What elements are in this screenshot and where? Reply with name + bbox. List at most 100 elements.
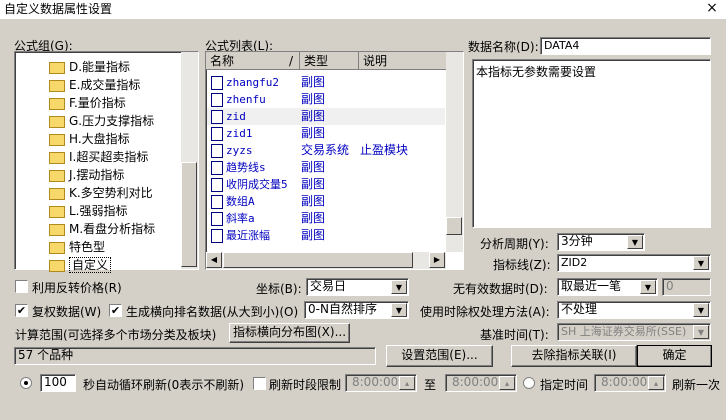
distribution-chart-button[interactable]: 指标横向分布图(X)...: [229, 323, 350, 343]
table-row[interactable]: zid 副图: [207, 108, 445, 125]
formula-name: 数组A: [226, 195, 255, 208]
list-hscrollbar[interactable]: ◀ ▶: [206, 252, 446, 269]
list-vscrollbar[interactable]: [446, 52, 463, 252]
tree-item[interactable]: 自定义: [49, 256, 112, 274]
indicator-line-value: ZID2: [561, 256, 588, 269]
tree-item-label: 自定义: [69, 257, 112, 273]
tree-item[interactable]: M.看盘分析指标: [49, 220, 155, 238]
scroll-right-icon[interactable]: ▶: [429, 252, 445, 268]
description-text: 本指标无参数需要设置: [476, 65, 597, 79]
adjusted-data-label: 复权数据(W): [32, 305, 102, 319]
period-value: 3分钟: [561, 234, 593, 248]
tree-item[interactable]: H.大盘指标: [49, 130, 130, 148]
folder-icon: [49, 259, 65, 272]
table-row[interactable]: 最近涨幅 副图: [207, 227, 445, 244]
tree-item[interactable]: G.压力支撑指标: [49, 112, 154, 130]
chevron-down-icon: ▼: [693, 325, 709, 339]
auto-refresh-radio[interactable]: [20, 377, 32, 389]
tree-item[interactable]: F.量价指标: [49, 94, 126, 112]
indicator-line-select[interactable]: ZID2 ▼: [557, 254, 711, 272]
refresh-from-time: 8:00:00 ▴: [345, 374, 417, 392]
formula-list[interactable]: 名称 / 类型 说明 zhangfu2 副图 zhenfu 副图 zid 副图 zid1 副图…: [205, 51, 464, 270]
formula-name: 收阴成交量5: [226, 178, 288, 191]
formula-icon: [211, 161, 223, 175]
remove-association-button[interactable]: 去除指标关联(I): [511, 345, 637, 367]
folder-icon: [49, 61, 65, 74]
rank-order-value: 0-N自然排序: [308, 302, 377, 316]
tree-item-label: D.能量指标: [69, 60, 131, 74]
ok-button[interactable]: 确定: [637, 345, 712, 367]
invalid-data-select[interactable]: 取最近一笔 ▼: [557, 278, 658, 296]
column-header-desc[interactable]: 说明: [359, 52, 447, 70]
scroll-left-icon[interactable]: ◀: [206, 252, 222, 268]
tree-item-label: H.大盘指标: [69, 132, 130, 146]
table-row[interactable]: zhenfu 副图: [207, 91, 445, 108]
reverse-price-checkbox[interactable]: [15, 280, 28, 293]
chevron-down-icon[interactable]: ▼: [693, 256, 709, 270]
column-header-type[interactable]: 类型: [300, 52, 359, 70]
table-row[interactable]: zhangfu2 副图: [207, 74, 445, 91]
specific-time-input: 8:00:00 ▴: [594, 374, 666, 392]
table-row[interactable]: 数组A 副图: [207, 193, 445, 210]
formula-icon: [211, 93, 223, 107]
coordinate-value: 交易日: [310, 279, 347, 293]
specific-time-radio[interactable]: [523, 377, 535, 389]
folder-icon: [49, 223, 65, 236]
tree-item-label: F.量价指标: [69, 96, 126, 110]
tree-scrollbar[interactable]: [181, 52, 198, 269]
chevron-down-icon[interactable]: ▼: [391, 303, 407, 317]
formula-icon: [211, 110, 223, 124]
list-vscroll-thumb[interactable]: [446, 217, 462, 235]
chevron-down-icon[interactable]: ▼: [627, 235, 643, 249]
table-row[interactable]: 收阴成交量5 副图: [207, 176, 445, 193]
coordinate-select[interactable]: 交易日 ▼: [306, 278, 409, 296]
table-row[interactable]: 斜率a 副图: [207, 210, 445, 227]
table-row[interactable]: 趋势线s 副图: [207, 159, 445, 176]
tree-item-label: I.超买超卖指标: [69, 150, 149, 164]
formula-name: zhenfu: [226, 93, 266, 106]
formula-type: 副图: [301, 194, 326, 208]
period-limit-checkbox[interactable]: [253, 377, 266, 390]
reverse-price-label: 利用反转价格(R): [32, 281, 122, 295]
tree-item[interactable]: J.摆动指标: [49, 166, 124, 184]
column-header-name[interactable]: 名称 /: [206, 52, 300, 70]
table-row[interactable]: zid1 副图: [207, 125, 445, 142]
tree-item[interactable]: E.成交量指标: [49, 76, 140, 94]
rank-order-select[interactable]: 0-N自然排序 ▼: [304, 301, 409, 319]
tree-item-label: G.压力支撑指标: [69, 114, 155, 128]
formula-icon: [211, 212, 223, 226]
ex-rights-value: 不处理: [561, 302, 598, 316]
folder-icon: [49, 115, 65, 128]
tree-item[interactable]: K.多空势利对比: [49, 184, 153, 202]
formula-type: 副图: [301, 177, 326, 191]
tree-item[interactable]: I.超买超卖指标: [49, 148, 148, 166]
tree-item[interactable]: D.能量指标: [49, 58, 130, 76]
adjusted-data-checkbox[interactable]: ✔: [15, 304, 28, 317]
table-row[interactable]: zyzs 交易系统 止盈模块: [207, 142, 445, 159]
set-range-button[interactable]: 设置范围(E)...: [386, 345, 493, 367]
data-name-label: 数据名称(D):: [468, 40, 539, 54]
ex-rights-select[interactable]: 不处理 ▼: [557, 301, 711, 319]
column-header-name-label: 名称: [210, 54, 235, 68]
close-icon[interactable]: ×: [702, 0, 722, 16]
list-hscroll-thumb[interactable]: [223, 252, 413, 268]
rank-data-checkbox[interactable]: ✔: [109, 304, 122, 317]
chevron-down-icon[interactable]: ▼: [693, 303, 709, 317]
formula-type: 副图: [301, 160, 326, 174]
chevron-down-icon[interactable]: ▼: [640, 280, 656, 294]
tree-item[interactable]: 特色型: [49, 238, 105, 256]
formula-icon: [211, 195, 223, 209]
formula-name: zid1: [226, 127, 253, 140]
formula-group-tree[interactable]: D.能量指标 E.成交量指标 F.量价指标 G.压力支撑指标 H.大盘指标 I.超买超卖指…: [14, 51, 199, 273]
data-name-input[interactable]: DATA4: [540, 37, 711, 55]
ex-rights-label: 使用时除权处理方法(A):: [420, 305, 550, 319]
refresh-from-value: 8:00:00: [352, 375, 399, 389]
folder-icon: [49, 169, 65, 182]
period-select[interactable]: 3分钟 ▼: [557, 233, 645, 251]
tree-scroll-thumb[interactable]: [181, 162, 197, 267]
tree-item[interactable]: L.强弱指标: [49, 202, 128, 220]
refresh-seconds-input[interactable]: 100: [40, 374, 76, 392]
invalid-data-label: 无有效数据时(D):: [453, 282, 548, 296]
folder-icon: [49, 151, 65, 164]
chevron-down-icon[interactable]: ▼: [391, 280, 407, 294]
